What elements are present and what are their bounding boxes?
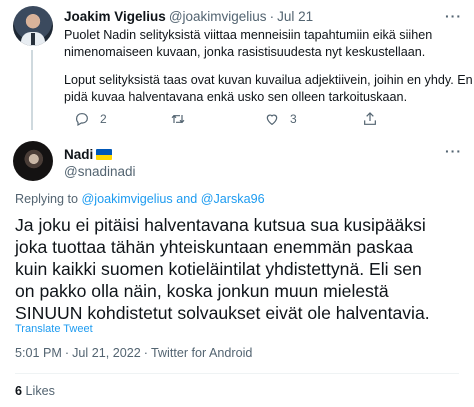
replying-user-link[interactable]: @Jarska96 <box>201 192 265 206</box>
divider <box>15 373 459 374</box>
avatar-tie <box>31 33 35 45</box>
translate-tweet-link[interactable]: Translate Tweet <box>15 323 93 335</box>
author-name[interactable]: Nadi <box>64 147 93 162</box>
tweet-text-line: on pakko olla näin, koska jonkun muun mi… <box>15 281 389 301</box>
like-button[interactable]: 3 <box>264 111 297 127</box>
like-count: 3 <box>290 112 297 126</box>
more-icon[interactable]: ··· <box>445 8 462 24</box>
likes-stat[interactable]: 6 Likes <box>15 384 55 398</box>
avatar[interactable] <box>13 6 53 46</box>
tweet-text-line: Ja joku ei pitäisi halventavana kutsua s… <box>15 215 426 235</box>
parent-header: Joakim Vigelius @joakimvigelius · Jul 21 <box>64 9 313 24</box>
replying-prefix: Replying to <box>15 192 79 206</box>
tweet-text-line: Puolet Nadin selityksistä viittaa mennei… <box>64 28 433 42</box>
tweet-actions: 2 3 <box>64 110 444 128</box>
tweet-date[interactable]: Jul 21 <box>277 9 313 24</box>
parent-tweet[interactable]: Joakim Vigelius @joakimvigelius · Jul 21 ··… <box>0 0 474 138</box>
like-icon <box>266 114 278 126</box>
tweet-date[interactable]: Jul 21, 2022 <box>72 346 141 360</box>
tweet-time[interactable]: 5:01 PM <box>15 346 62 360</box>
tweet-text-line: pidä kuvaa halventavana enkä usko sen ol… <box>64 90 408 104</box>
author-name-row[interactable]: Nadi <box>64 147 113 162</box>
tweet-source[interactable]: Twitter for Android <box>151 346 253 360</box>
retweet-button[interactable] <box>170 111 196 127</box>
separator-dot: · <box>269 9 275 24</box>
more-icon[interactable]: ··· <box>445 143 462 159</box>
reply-button[interactable]: 2 <box>74 111 107 127</box>
tweet-text-line: nimenomaiseen kuvaan, jonka rasistisuude… <box>64 45 426 59</box>
likes-label: Likes <box>25 384 55 398</box>
retweet-icon <box>171 114 185 124</box>
author-handle[interactable]: @joakimvigelius <box>169 9 267 24</box>
share-icon <box>364 112 376 125</box>
ukraine-flag-icon <box>96 149 113 160</box>
thread-line <box>31 50 33 130</box>
tweet-text-line: kuin kaikki suomen kotieläintilat yhdist… <box>15 259 422 279</box>
likes-count: 6 <box>15 384 23 398</box>
reply-count: 2 <box>100 112 107 126</box>
tweet-text-line: Loput selityksistä taas ovat kuvan kuvai… <box>64 73 473 87</box>
separator-dot: · <box>64 346 70 360</box>
author-name[interactable]: Joakim Vigelius <box>64 9 166 24</box>
reply-icon <box>76 113 88 127</box>
separator-dot: · <box>143 346 148 360</box>
replying-user-link[interactable]: @joakimvigelius <box>82 192 173 206</box>
share-button[interactable] <box>362 111 378 127</box>
replying-to: Replying to @joakimvigelius and @Jarska9… <box>15 192 265 206</box>
replying-and[interactable]: and <box>176 192 197 206</box>
tweet-text-line: joka tuottaa tähän yhteiskuntaan enemmän… <box>15 237 414 257</box>
tweet-meta: 5:01 PM · Jul 21, 2022 · Twitter for Android <box>15 346 252 360</box>
avatar[interactable] <box>13 141 53 181</box>
author-handle[interactable]: @snadinadi <box>64 164 136 179</box>
tweet-text-line: SINUUN kohdistetut solvaukset eivät ole … <box>15 303 430 323</box>
